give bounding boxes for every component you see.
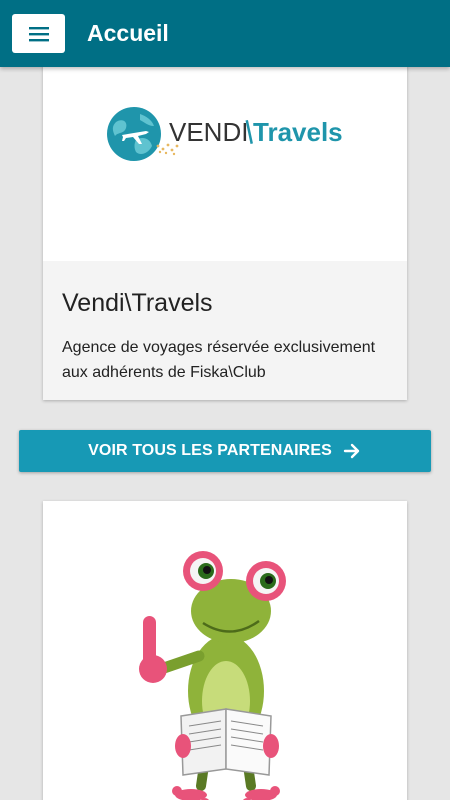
frog-reading-book-illustration (139, 551, 286, 800)
partner-card-description: Agence de voyages réservée exclusivement… (62, 339, 376, 381)
page-title: Accueil (87, 20, 169, 46)
top-app-bar: Accueil (0, 0, 450, 67)
menu-button[interactable] (12, 14, 65, 53)
partner-logo-area: VENDI Travels (43, 50, 407, 261)
app-screen: VENDI Travels Vendi\Travels Agence de vo… (0, 0, 450, 800)
logo-text-travels: Travels (253, 117, 343, 147)
arrow-right-icon (342, 441, 362, 461)
vendi-travels-logo: VENDI Travels (107, 107, 343, 161)
see-all-partners-button[interactable]: VOIR TOUS LES PARTENAIRES (19, 430, 431, 472)
see-all-partners-label: VOIR TOUS LES PARTENAIRES (88, 442, 332, 459)
news-card[interactable] (43, 501, 407, 800)
partner-card-body: Vendi\Travels Agence de voyages réservée… (43, 261, 407, 400)
logo-text-vendi: VENDI (169, 117, 248, 147)
partner-card-title: Vendi\Travels (62, 289, 213, 317)
partner-card[interactable]: VENDI Travels Vendi\Travels Agence de vo… (43, 50, 407, 400)
hamburger-menu-icon (28, 26, 49, 41)
